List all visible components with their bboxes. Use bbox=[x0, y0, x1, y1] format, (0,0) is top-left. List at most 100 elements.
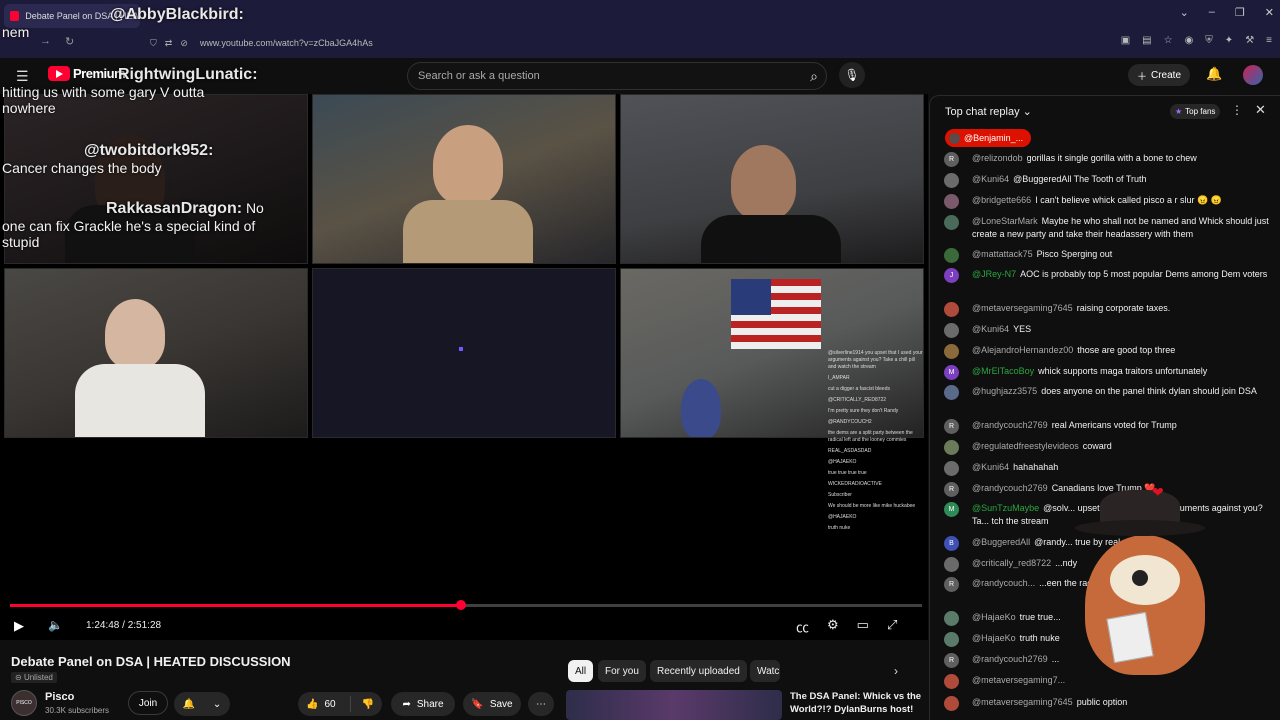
camera-feed-3 bbox=[620, 94, 924, 264]
join-button[interactable]: Join bbox=[128, 691, 168, 715]
avatar[interactable] bbox=[944, 611, 959, 626]
avatar[interactable]: J bbox=[944, 268, 959, 283]
chat-author[interactable]: @randycouch... bbox=[972, 578, 1035, 588]
volume-icon[interactable]: 🔈 bbox=[48, 618, 63, 632]
voice-search-icon[interactable]: 🎙 bbox=[839, 62, 865, 88]
like-button[interactable]: 👍 60 👎 bbox=[298, 692, 382, 716]
subscribed-notifications-button[interactable]: 🔔 ⌄ bbox=[174, 692, 230, 716]
menu-icon[interactable]: ≡ bbox=[1266, 35, 1272, 46]
chat-author[interactable]: @randycouch2769 bbox=[972, 483, 1048, 493]
avatar[interactable] bbox=[944, 440, 959, 455]
chat-author[interactable]: @SunTzuMaybe bbox=[972, 503, 1039, 513]
chat-author[interactable]: @Kuni64 bbox=[972, 174, 1009, 184]
address-bar[interactable]: ⛉ ⇄ ⊘ www.youtube.com/watch?v=zCbaJGA4hA… bbox=[150, 33, 1080, 53]
close-icon[interactable]: ✕ bbox=[1255, 102, 1266, 118]
avatar[interactable] bbox=[944, 173, 959, 188]
pip-icon[interactable]: ▣ bbox=[1121, 35, 1130, 46]
chat-mode-dropdown[interactable]: Top chat replay ⌄ bbox=[945, 105, 1032, 118]
bell-icon: 🔔 bbox=[182, 698, 196, 710]
chat-author[interactable]: @relizondob bbox=[972, 153, 1023, 163]
top-fans-button[interactable]: ★ Top fans bbox=[1170, 104, 1221, 119]
avatar[interactable]: R bbox=[944, 653, 959, 668]
tools-icon[interactable]: ⚒ bbox=[1245, 35, 1254, 46]
chevron-right-icon[interactable]: › bbox=[894, 664, 898, 678]
chat-text: hahahahah bbox=[1013, 462, 1059, 472]
progress-scrubber[interactable] bbox=[456, 600, 466, 610]
avatar[interactable]: R bbox=[944, 152, 959, 167]
chip-all[interactable]: All bbox=[568, 660, 594, 682]
chat-author[interactable]: @BuggeredAll bbox=[972, 537, 1030, 547]
chat-author[interactable]: @AlejandroHernandez00 bbox=[972, 345, 1073, 355]
theater-mode-icon[interactable]: ▭ bbox=[857, 617, 869, 636]
avatar[interactable] bbox=[944, 215, 959, 230]
chat-author[interactable]: @Kuni64 bbox=[972, 324, 1009, 334]
captions-icon[interactable]: ㏄ bbox=[796, 617, 809, 636]
fullscreen-icon[interactable]: ⤢ bbox=[887, 617, 897, 636]
chat-author[interactable]: @Kuni64 bbox=[972, 462, 1009, 472]
avatar[interactable]: R bbox=[944, 577, 959, 592]
chip-watched[interactable]: Watc bbox=[750, 660, 780, 682]
avatar[interactable] bbox=[944, 344, 959, 359]
chat-author[interactable]: @JRey-N7 bbox=[972, 269, 1016, 279]
recommendation-title[interactable]: The DSA Panel: Whick vs the World?!? Dyl… bbox=[790, 690, 926, 716]
extensions-icon[interactable]: ✦ bbox=[1225, 35, 1233, 46]
search-input[interactable]: Search or ask a question ⌕ bbox=[407, 62, 827, 90]
avatar[interactable] bbox=[944, 461, 959, 476]
avatar[interactable] bbox=[944, 632, 959, 647]
play-icon[interactable]: ▶ bbox=[14, 618, 24, 634]
chat-author[interactable]: @MrElTacoBoy bbox=[972, 366, 1034, 376]
avatar[interactable] bbox=[944, 557, 959, 572]
overlay-chat-line: @HAJAEKO bbox=[828, 459, 857, 465]
avatar[interactable] bbox=[1243, 65, 1263, 85]
more-actions-button[interactable]: ⋯ bbox=[528, 692, 554, 716]
avatar[interactable] bbox=[944, 323, 959, 338]
avatar[interactable] bbox=[944, 385, 959, 400]
chat-author[interactable]: @metaversegaming7645 bbox=[972, 303, 1073, 313]
avatar[interactable]: R bbox=[944, 419, 959, 434]
chat-author[interactable]: @hughjazz3575 bbox=[972, 386, 1037, 396]
avatar[interactable]: B bbox=[944, 536, 959, 551]
avatar[interactable]: M bbox=[944, 502, 959, 517]
share-button[interactable]: ➦ Share bbox=[391, 692, 455, 716]
reader-icon[interactable]: ▤ bbox=[1142, 35, 1151, 46]
avatar[interactable] bbox=[944, 696, 959, 711]
avatar[interactable] bbox=[944, 248, 959, 263]
minimize-button[interactable]: – bbox=[1209, 6, 1215, 19]
chat-header: Top chat replay ⌄ ★ Top fans ⋮ ✕ bbox=[930, 96, 1280, 128]
close-window-button[interactable]: ✕ bbox=[1265, 6, 1274, 19]
more-vert-icon[interactable]: ⋮ bbox=[1231, 103, 1243, 117]
pinned-superchat-chip[interactable]: @Benjamin_... bbox=[945, 129, 1032, 147]
maximize-button[interactable]: ❐ bbox=[1235, 6, 1245, 19]
thumbs-down-icon[interactable]: 👎 bbox=[362, 699, 374, 710]
bookmark-star-icon[interactable]: ☆ bbox=[1164, 35, 1173, 46]
account-icon[interactable]: ◉ bbox=[1185, 35, 1194, 46]
chat-author[interactable]: @LoneStarMark bbox=[972, 216, 1038, 226]
subscriber-count: 30.3K subscribers bbox=[45, 706, 110, 715]
overlay-chat-line: I'm pretty sure they don't Randy bbox=[828, 408, 899, 414]
channel-avatar[interactable]: PISCO bbox=[11, 690, 37, 716]
chat-author[interactable]: @randycouch2769 bbox=[972, 420, 1048, 430]
avatar[interactable] bbox=[944, 302, 959, 317]
chat-author[interactable]: @mattattack75 bbox=[972, 249, 1033, 259]
avatar[interactable] bbox=[944, 674, 959, 689]
chat-author[interactable]: @regulatedfreestylevideos bbox=[972, 441, 1079, 451]
save-button[interactable]: 🔖 Save bbox=[463, 692, 521, 716]
chip-recently-uploaded[interactable]: Recently uploaded bbox=[650, 660, 747, 682]
notifications-bell-icon[interactable]: 🔔 bbox=[1206, 66, 1222, 82]
create-button[interactable]: ＋ Create bbox=[1128, 64, 1190, 86]
tab-list-icon[interactable]: ⌄ bbox=[1180, 6, 1189, 19]
chip-for-you[interactable]: For you bbox=[598, 660, 646, 682]
avatar[interactable]: R bbox=[944, 482, 959, 497]
chat-author[interactable]: @bridgette666 bbox=[972, 195, 1031, 205]
chat-author[interactable]: @HajaeKo bbox=[972, 633, 1016, 643]
ublock-icon[interactable]: ⛨ bbox=[1205, 35, 1213, 46]
channel-name[interactable]: Pisco bbox=[45, 691, 74, 703]
chat-author[interactable]: @HajaeKo bbox=[972, 612, 1016, 622]
chat-author[interactable]: @metaversegaming7645 bbox=[972, 697, 1073, 707]
search-icon[interactable]: ⌕ bbox=[810, 68, 818, 85]
chat-author[interactable]: @randycouch2769 bbox=[972, 654, 1048, 664]
avatar[interactable]: M bbox=[944, 365, 959, 380]
avatar[interactable] bbox=[944, 194, 959, 209]
recommendation-thumbnail[interactable] bbox=[566, 690, 782, 720]
settings-gear-icon[interactable]: ⚙ bbox=[827, 617, 839, 636]
